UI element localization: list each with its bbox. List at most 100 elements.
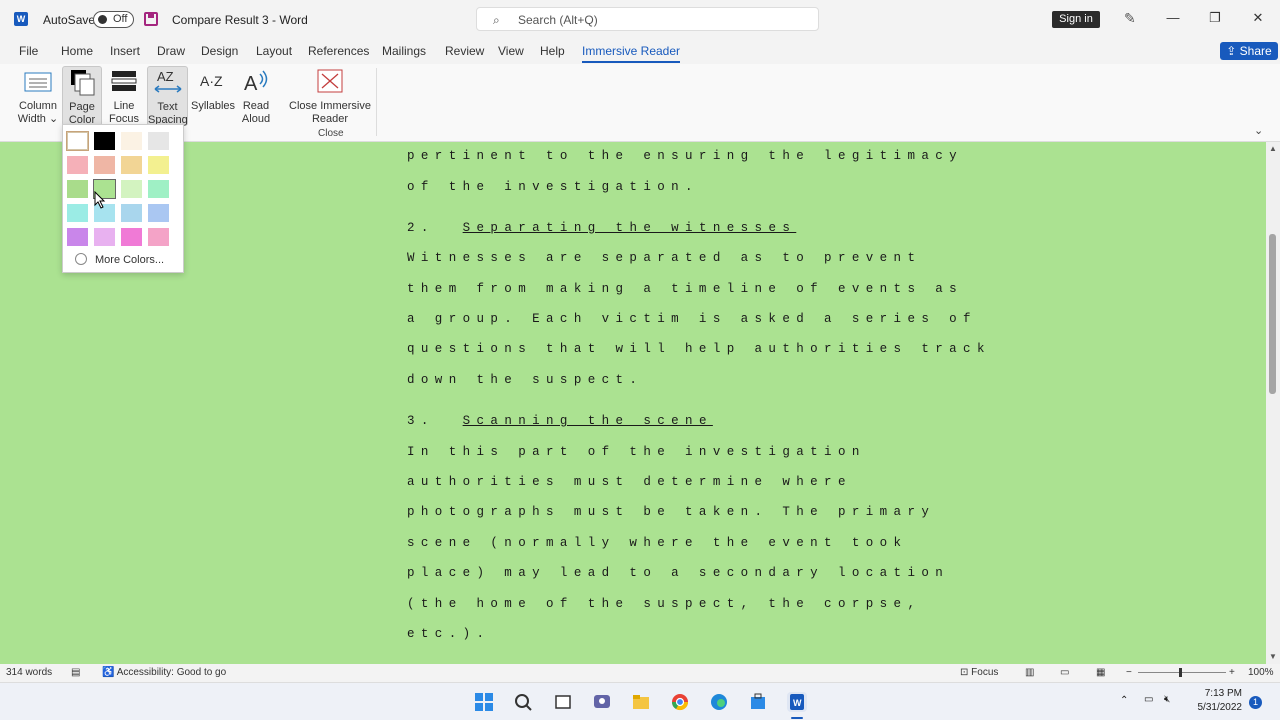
network-icon[interactable]: ▭ — [1144, 694, 1153, 705]
tab-immersive-reader[interactable]: Immersive Reader — [582, 44, 681, 63]
document-page[interactable]: pertinent to the ensuring the legitimacy… — [0, 142, 1266, 664]
print-layout-icon[interactable]: ▭ — [1060, 667, 1069, 678]
column-width-button[interactable]: Column Width ⌄ — [17, 66, 59, 126]
vertical-scrollbar[interactable]: ▲ ▼ — [1266, 142, 1280, 664]
color-swatch[interactable] — [121, 228, 142, 246]
scroll-up-icon[interactable]: ▲ — [1269, 144, 1277, 153]
clock-date[interactable]: 5/31/2022 — [1186, 702, 1243, 713]
text-spacing-button[interactable]: AZ Text Spacing — [147, 66, 188, 126]
page-color-button[interactable]: Page Color ⌄ — [62, 66, 102, 139]
accessibility-status[interactable]: ♿ Accessibility: Good to go — [102, 667, 226, 678]
tab-design[interactable]: Design — [201, 44, 238, 58]
color-swatch[interactable] — [148, 228, 169, 246]
restore-icon[interactable]: ❐ — [1205, 10, 1225, 26]
toggle-knob — [98, 15, 107, 24]
status-bar: 314 words ▤ ♿ Accessibility: Good to go … — [0, 664, 1280, 682]
file-explorer-icon[interactable] — [631, 692, 651, 712]
tab-review[interactable]: Review — [445, 44, 484, 58]
color-swatch[interactable] — [66, 131, 89, 151]
chrome-icon[interactable] — [670, 692, 690, 712]
tab-layout[interactable]: Layout — [256, 44, 292, 58]
search-icon: ⌕ — [493, 13, 500, 27]
share-label: Share — [1239, 44, 1272, 58]
share-button[interactable]: ⇪ Share — [1220, 42, 1278, 60]
web-layout-icon[interactable]: ▦ — [1096, 667, 1105, 678]
read-mode-icon[interactable]: ▥ — [1025, 667, 1034, 678]
autosave-state: Off — [113, 13, 128, 25]
zoom-level[interactable]: 100% — [1248, 667, 1274, 678]
search-input[interactable]: ⌕ Search (Alt+Q) — [476, 7, 819, 31]
color-swatch[interactable] — [148, 180, 169, 198]
tab-view[interactable]: View — [498, 44, 524, 58]
color-swatch[interactable] — [94, 228, 115, 246]
focus-button[interactable]: ⊡ Focus — [960, 667, 998, 678]
teams-chat-icon[interactable] — [592, 692, 612, 712]
save-icon[interactable] — [144, 12, 158, 26]
tray-chevron-icon[interactable]: ⌃ — [1120, 695, 1128, 706]
scrollbar-thumb[interactable] — [1269, 234, 1276, 394]
zoom-slider[interactable] — [1138, 672, 1226, 673]
word-count[interactable]: 314 words — [6, 667, 52, 678]
color-swatch[interactable] — [121, 156, 142, 174]
clock-time[interactable]: 7:13 PM — [1186, 688, 1242, 699]
zoom-out-icon[interactable]: − — [1126, 667, 1132, 678]
section-heading-2: 2. Separating the witnesses — [407, 221, 796, 235]
search-placeholder: Search (Alt+Q) — [518, 13, 598, 27]
color-swatch[interactable] — [67, 156, 88, 174]
doc-line: (the home of the suspect, the corpse, — [407, 597, 922, 611]
close-reader-label2: Reader — [311, 113, 349, 125]
read-aloud-label2: Aloud — [241, 113, 271, 125]
color-swatch[interactable] — [67, 204, 88, 222]
zoom-in-icon[interactable]: + — [1229, 667, 1235, 678]
autosave-label: AutoSave — [43, 13, 96, 27]
minimize-icon[interactable]: — — [1163, 10, 1183, 25]
sign-in-button[interactable]: Sign in — [1052, 11, 1100, 28]
doc-line: a group. Each victim is asked a series o… — [407, 312, 977, 326]
group-label-close: Close — [318, 128, 344, 139]
read-aloud-button[interactable]: A Read Aloud — [237, 66, 275, 126]
word-taskbar-icon[interactable]: W — [787, 692, 807, 712]
tab-draw[interactable]: Draw — [157, 44, 185, 58]
color-swatch[interactable] — [121, 180, 142, 198]
edge-icon[interactable] — [709, 692, 729, 712]
color-swatch[interactable] — [67, 228, 88, 246]
close-immersive-reader-button[interactable]: Close Immersive Reader — [288, 66, 372, 126]
color-swatch[interactable] — [148, 204, 169, 222]
color-swatch[interactable] — [148, 156, 169, 174]
taskbar-search-icon[interactable] — [513, 692, 533, 712]
color-swatch[interactable] — [121, 132, 142, 150]
tab-mailings[interactable]: Mailings — [382, 44, 426, 58]
volume-icon[interactable]: 🔇︎ — [1164, 694, 1170, 705]
store-icon[interactable] — [748, 692, 768, 712]
doc-line: place) may lead to a secondary location — [407, 566, 950, 580]
color-swatch[interactable] — [121, 204, 142, 222]
doc-line: authorities must determine where — [407, 475, 852, 489]
tab-help[interactable]: Help — [540, 44, 565, 58]
collapse-ribbon-icon[interactable]: ⌄ — [1254, 124, 1263, 137]
close-window-icon[interactable]: ✕ — [1248, 10, 1268, 26]
tab-references[interactable]: References — [308, 44, 369, 58]
more-colors-item[interactable]: More Colors... — [75, 253, 164, 266]
syllables-label: Syllables — [191, 100, 236, 112]
color-swatch[interactable] — [67, 180, 88, 198]
proofing-icon[interactable]: ▤ — [71, 667, 80, 678]
doc-line: etc.). — [407, 627, 491, 641]
tab-home[interactable]: Home — [61, 44, 93, 58]
zoom-slider-thumb[interactable] — [1179, 668, 1182, 677]
close-reader-icon — [314, 66, 346, 98]
tab-insert[interactable]: Insert — [110, 44, 140, 58]
tab-file[interactable]: File — [19, 44, 38, 58]
syllables-button[interactable]: A·Z Syllables — [191, 66, 235, 113]
ribbon-tabs: File Home Insert Draw Design Layout Refe… — [0, 38, 1280, 64]
doc-line: pertinent to the ensuring the legitimacy — [407, 149, 964, 163]
word-app-icon: W — [14, 12, 28, 26]
color-swatch[interactable] — [94, 156, 115, 174]
color-swatch[interactable] — [148, 132, 169, 150]
autosave-toggle[interactable]: Off — [93, 11, 134, 28]
scroll-down-icon[interactable]: ▼ — [1269, 652, 1277, 661]
notification-badge[interactable]: 1 — [1249, 696, 1262, 709]
windows-start-icon[interactable] — [474, 692, 494, 712]
task-view-icon[interactable] — [553, 692, 573, 712]
pen-icon[interactable]: ✎ — [1124, 10, 1136, 27]
color-swatch[interactable] — [94, 132, 115, 150]
